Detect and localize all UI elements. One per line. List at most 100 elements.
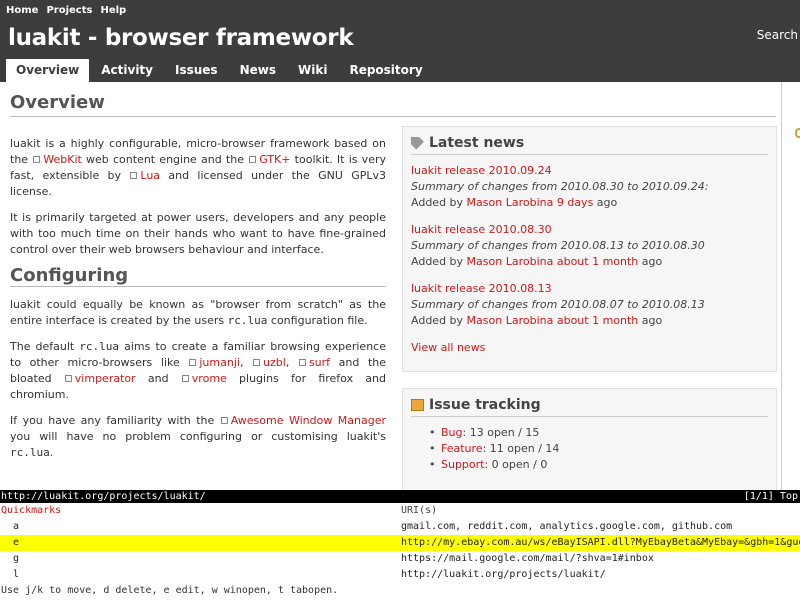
intro-paragraph: luakit is a highly configurable, micro-b…: [10, 136, 386, 200]
help-link[interactable]: Help: [100, 5, 126, 16]
awesome-link[interactable]: Awesome Window Manager: [231, 414, 386, 427]
age-link[interactable]: about 1 month: [557, 255, 638, 268]
webkit-link[interactable]: WebKit: [43, 153, 82, 166]
configuring-paragraph: luakit could equally be known as "browse…: [10, 297, 386, 329]
text: ,: [285, 356, 298, 369]
text: .: [49, 446, 54, 459]
latest-news-heading: Latest news: [411, 135, 768, 155]
quickmark-row[interactable]: l http://luakit.org/projects/luakit/: [0, 567, 800, 583]
author-link[interactable]: Mason Larobina: [467, 196, 554, 209]
quickmark-row-selected[interactable]: e http://my.ebay.com.au/ws/eBayISAPI.dll…: [0, 535, 800, 551]
feature-link[interactable]: Feature: [441, 442, 483, 455]
quickmark-uris: https://mail.google.com/mail/?shva=1#inb…: [401, 553, 654, 564]
default-config-paragraph: The default rc.lua aims to create a fami…: [10, 339, 386, 403]
issue-row: Support: 0 open / 0: [429, 457, 768, 473]
quickmark-row[interactable]: g https://mail.google.com/mail/?shva=1#i…: [0, 551, 800, 567]
quickmark-uris: http://my.ebay.com.au/ws/eBayISAPI.dll?M…: [401, 537, 800, 548]
quickmarks-header: Quickmarks URI(s): [0, 503, 800, 519]
text: ,: [239, 356, 253, 369]
vimperator-link[interactable]: vimperator: [75, 372, 136, 385]
news-summary: Summary of changes from 2010.08.07 to 20…: [411, 298, 705, 311]
sidebar-edge-icon: [795, 128, 800, 138]
external-link-icon: [298, 359, 306, 366]
external-link-icon: [33, 156, 41, 163]
projects-link[interactable]: Projects: [46, 5, 92, 16]
issue-tracking-icon: [411, 399, 424, 411]
quickmark-uris: http://luakit.org/projects/luakit/: [401, 569, 606, 580]
text: you will have no problem configuring or …: [10, 430, 386, 443]
issue-tracking-heading: Issue tracking: [411, 397, 768, 417]
lua-link[interactable]: Lua: [140, 169, 160, 182]
home-link[interactable]: Home: [6, 5, 38, 16]
top-menu: Home Projects Help: [0, 0, 800, 22]
gtk-link[interactable]: GTK+: [259, 153, 290, 166]
news-title-link[interactable]: luakit release 2010.08.13: [411, 281, 768, 297]
site-title[interactable]: luakit - browser framework: [8, 25, 354, 51]
jumanji-link[interactable]: jumanji: [199, 356, 240, 369]
external-link-icon: [249, 156, 257, 163]
awesome-paragraph: If you have any familiarity with the Awe…: [10, 413, 386, 461]
quickmarks-title: Quickmarks: [1, 505, 62, 516]
quickmark-key: a: [13, 521, 20, 532]
sidebar-edge: [783, 82, 800, 490]
tab-issues[interactable]: Issues: [165, 59, 228, 82]
text: ago: [593, 196, 618, 209]
header: luakit - browser framework Search Overvi…: [0, 22, 800, 82]
tab-overview[interactable]: Overview: [6, 59, 90, 82]
age-link[interactable]: 9 days: [557, 196, 593, 209]
content-area: Overview luakit is a highly configurable…: [0, 82, 782, 490]
news-item: luakit release 2010.09.24 Summary of cha…: [411, 163, 768, 211]
status-bar: http://luakit.org/projects/luakit/ [1/1]…: [0, 490, 800, 503]
news-summary: Summary of changes from 2010.08.30 to 20…: [411, 180, 709, 193]
uzbl-link[interactable]: uzbl: [263, 356, 286, 369]
age-link[interactable]: about 1 month: [557, 314, 638, 327]
scroll-position: [1/1] Top: [743, 491, 798, 502]
text: Added by: [411, 255, 467, 268]
quickmark-key: l: [13, 569, 20, 580]
text: configuration file.: [267, 314, 368, 327]
external-link-icon: [189, 359, 197, 366]
issue-list: Bug: 13 open / 15 Feature: 11 open / 14 …: [429, 425, 768, 473]
top-menu-links: Home Projects Help: [6, 5, 126, 16]
author-link[interactable]: Mason Larobina: [467, 255, 554, 268]
status-url: http://luakit.org/projects/luakit/: [1, 491, 206, 502]
code-rc-lua: rc.lua: [227, 314, 268, 327]
quickmark-uris: gmail.com, reddit.com, analytics.google.…: [401, 521, 733, 532]
issue-count: : 11 open / 14: [482, 442, 560, 455]
main-menu: Overview Activity Issues News Wiki Repos…: [6, 59, 433, 82]
external-link-icon: [253, 359, 261, 366]
issue-row: Feature: 11 open / 14: [429, 441, 768, 457]
news-title-link[interactable]: luakit release 2010.08.30: [411, 222, 768, 238]
view-all-news-link[interactable]: View all news: [411, 340, 768, 356]
author-link[interactable]: Mason Larobina: [467, 314, 554, 327]
issue-count: : 0 open / 0: [484, 458, 548, 471]
quickmark-key: e: [13, 537, 20, 548]
external-link-icon: [220, 417, 228, 424]
quickmark-key: g: [13, 553, 20, 564]
news-title-link[interactable]: luakit release 2010.09.24: [411, 163, 768, 179]
text: ago: [638, 314, 663, 327]
text: The default: [10, 340, 80, 353]
text: ago: [638, 255, 663, 268]
text: Added by: [411, 196, 467, 209]
page-title: Overview: [10, 92, 776, 117]
news-meta: Added by Mason Larobina about 1 month ag…: [411, 254, 768, 270]
external-link-icon: [181, 375, 189, 382]
external-link-icon: [64, 375, 72, 382]
news-meta: Added by Mason Larobina 9 days ago: [411, 195, 768, 211]
tab-activity[interactable]: Activity: [91, 59, 163, 82]
vrome-link[interactable]: vrome: [192, 372, 227, 385]
bug-link[interactable]: Bug: [441, 426, 463, 439]
overview-text: luakit is a highly configurable, micro-b…: [10, 136, 386, 471]
text: If you have any familiarity with the: [10, 414, 220, 427]
tab-wiki[interactable]: Wiki: [288, 59, 338, 82]
quickmark-row[interactable]: a gmail.com, reddit.com, analytics.googl…: [0, 519, 800, 535]
tab-repository[interactable]: Repository: [339, 59, 433, 82]
quickmarks-menu: Quickmarks URI(s) a gmail.com, reddit.co…: [0, 503, 800, 600]
support-link[interactable]: Support: [441, 458, 484, 471]
surf-link[interactable]: surf: [309, 356, 330, 369]
latest-news-title: Latest news: [429, 135, 525, 151]
search-label: Search: [756, 28, 798, 42]
tab-news[interactable]: News: [229, 59, 286, 82]
text: Added by: [411, 314, 467, 327]
